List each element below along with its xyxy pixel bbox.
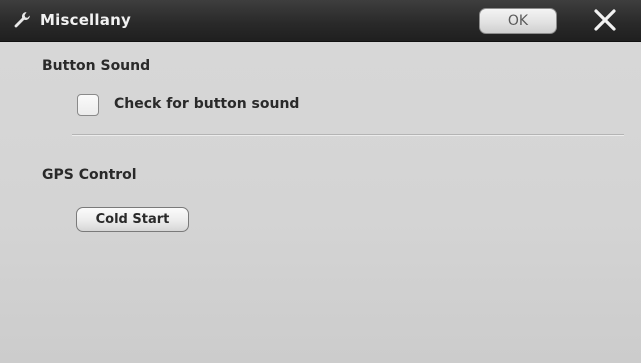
button-sound-heading: Button Sound bbox=[42, 58, 151, 74]
ok-button[interactable]: OK bbox=[479, 8, 557, 34]
close-icon bbox=[576, 9, 634, 40]
wrench-icon bbox=[12, 10, 32, 30]
gps-control-heading: GPS Control bbox=[42, 167, 137, 183]
cold-start-button[interactable]: Cold Start bbox=[76, 207, 189, 232]
close-button[interactable] bbox=[576, 4, 634, 36]
title-bar: Miscellany OK bbox=[0, 0, 641, 42]
button-sound-checkbox[interactable] bbox=[77, 94, 99, 116]
button-sound-checkbox-label[interactable]: Check for button sound bbox=[114, 96, 299, 112]
window-title: Miscellany bbox=[40, 11, 131, 29]
miscellany-window: Miscellany OK Button Sound Check for but… bbox=[0, 0, 641, 363]
section-divider bbox=[72, 134, 624, 136]
